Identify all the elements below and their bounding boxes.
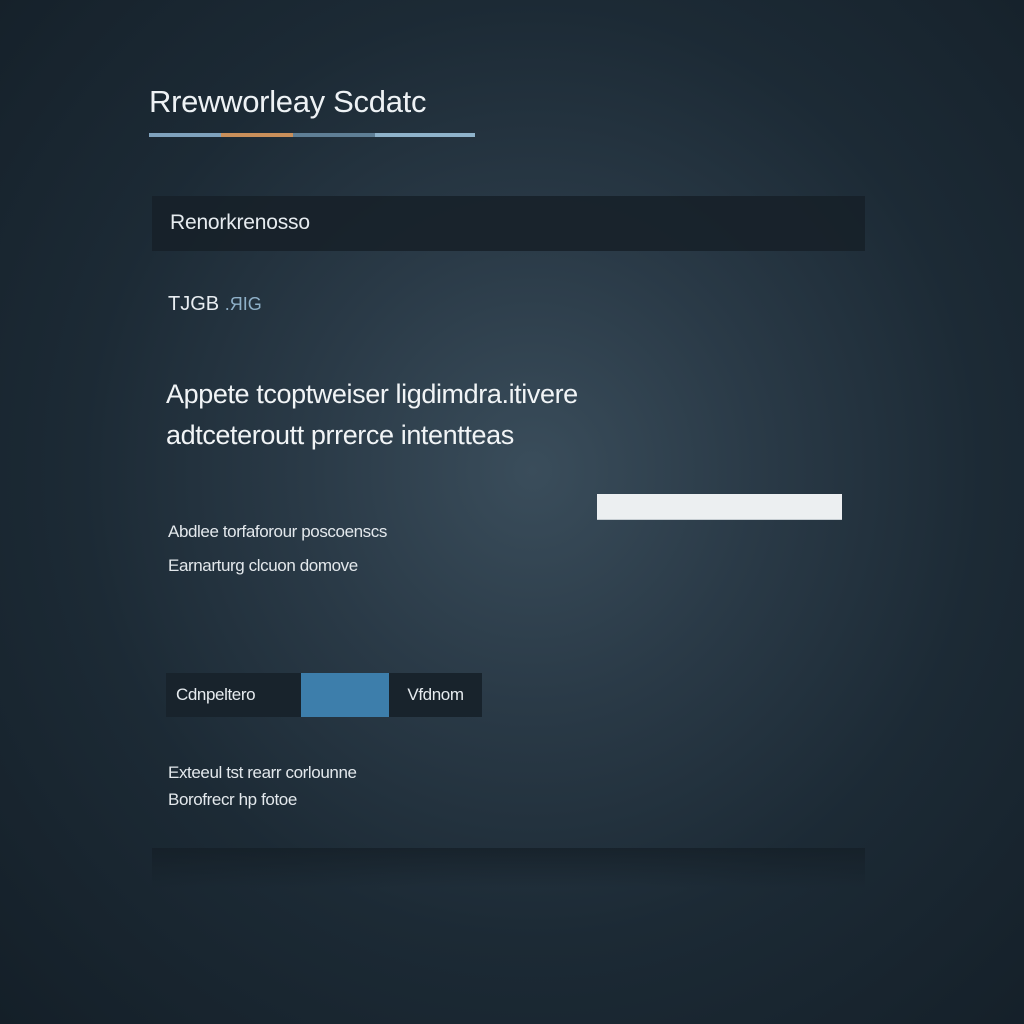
- segment-left-button[interactable]: Cdnpeltero: [166, 673, 301, 717]
- tag-dim: .ЯIG: [224, 294, 262, 314]
- underline-segment: [375, 133, 475, 137]
- description-line: Abdlee torfaforour poscoenscs: [168, 522, 387, 541]
- title-underline: [149, 133, 475, 137]
- segmented-control: Cdnpeltero Vfdnom: [166, 673, 482, 717]
- footer-note-line: Borofrecr hp fotoe: [168, 790, 297, 809]
- header-bar: Renorkrenosso: [152, 196, 865, 251]
- heading-line: Appete tcoptweiser ligdimdra.itivere: [166, 379, 578, 409]
- segment-right-button[interactable]: Vfdnom: [389, 673, 482, 717]
- description-line: Earnarturg clcuon domove: [168, 556, 358, 575]
- tag-strong: TJGB: [168, 293, 220, 315]
- segment-selected-button[interactable]: [301, 673, 389, 717]
- header-bar-label: Renorkrenosso: [170, 211, 310, 234]
- page-title: Rrewworleay Scdatc: [149, 84, 427, 119]
- description-block: Abdlee torfaforour poscoenscs Earnarturg…: [168, 515, 387, 583]
- footer-bar: [152, 848, 865, 888]
- footer-note-line: Exteeul tst rearr corlounne: [168, 763, 357, 782]
- underline-segment: [149, 133, 221, 137]
- underline-segment: [293, 133, 375, 137]
- tag-line: TJGB .ЯIG: [168, 293, 262, 316]
- section-heading: Appete tcoptweiser ligdimdra.itivere adt…: [166, 374, 578, 456]
- footer-note: Exteeul tst rearr corlounne Borofrecr hp…: [168, 759, 357, 813]
- text-input[interactable]: [597, 494, 842, 520]
- underline-segment: [221, 133, 293, 137]
- heading-line: adtceteroutt prrerce intentteas: [166, 420, 514, 450]
